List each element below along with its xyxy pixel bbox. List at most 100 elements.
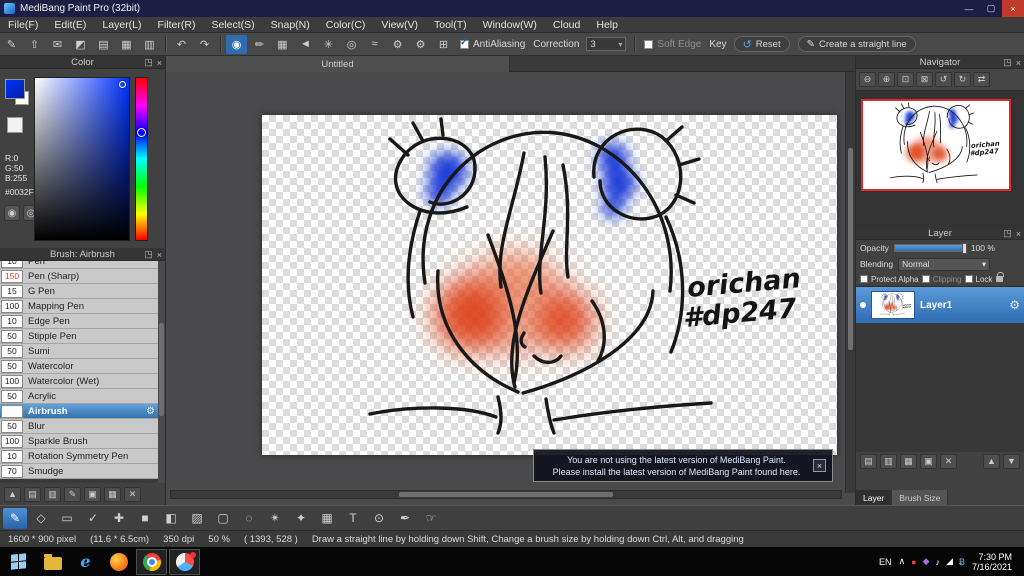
close-button[interactable]: ×	[1002, 0, 1024, 17]
file-explorer-icon[interactable]	[37, 549, 68, 575]
navigator-thumbnail[interactable]	[861, 99, 1011, 191]
snap-parallel-icon[interactable]: ◄	[295, 35, 316, 54]
brush-folder-icon[interactable]: ▣	[84, 486, 101, 502]
redo-icon[interactable]: ↷	[194, 35, 215, 54]
zoom-in-icon[interactable]: ⊕	[878, 72, 895, 87]
menu-item-edite[interactable]: Edit(E)	[46, 17, 94, 33]
rotate-left-icon[interactable]: ↺	[935, 72, 952, 87]
brush-scrollbar[interactable]	[158, 261, 165, 483]
brush-item[interactable]: 100 Airbrush ⚙	[0, 404, 165, 419]
language-indicator[interactable]: EN	[879, 557, 892, 567]
chrome-icon[interactable]	[136, 548, 167, 575]
snap-cross-icon[interactable]: ✳	[318, 35, 339, 54]
correction-select[interactable]: 3 ▾	[586, 37, 627, 51]
hue-bar[interactable]	[135, 77, 148, 241]
close-panel-icon[interactable]: ×	[1016, 229, 1021, 239]
brush-item[interactable]: 50 Acrylic	[0, 389, 165, 404]
undo-icon[interactable]: ↶	[171, 35, 192, 54]
foreground-color-swatch[interactable]	[5, 79, 25, 99]
merge-layer-icon[interactable]: ▦	[900, 453, 917, 469]
brush-item[interactable]: 50 Sumi	[0, 344, 165, 359]
soft-edge-checkbox[interactable]: Soft Edge	[644, 39, 701, 50]
notification-close-button[interactable]: ×	[813, 459, 826, 472]
horizontal-scrollbar[interactable]	[170, 490, 842, 499]
eraser-tool[interactable]: ◇	[29, 508, 53, 529]
gear-icon[interactable]: ⚙	[1009, 298, 1020, 312]
zoom-out-icon[interactable]: ⊖	[859, 72, 876, 87]
brush-item[interactable]: 70 Smudge	[0, 464, 165, 479]
export-icon[interactable]: ⇧	[24, 35, 45, 54]
brush-item[interactable]: 15 G Pen	[0, 284, 165, 299]
pen-icon[interactable]: ✏	[249, 35, 270, 54]
reset-view-icon[interactable]: ⇄	[973, 72, 990, 87]
close-panel-icon[interactable]: ×	[157, 58, 162, 68]
delete-layer-icon[interactable]: ✕	[940, 453, 957, 469]
brush-item[interactable]: 10 Edge Pen	[0, 314, 165, 329]
antialiasing-checkbox[interactable]: AntiAliasing	[460, 37, 525, 50]
popout-icon[interactable]: ◳	[144, 249, 153, 260]
move-tool[interactable]: ✚	[107, 508, 131, 529]
popout-icon[interactable]: ◳	[144, 57, 153, 68]
straight-line-button[interactable]: ✎ Create a straight line	[797, 36, 916, 52]
hue-cursor[interactable]	[137, 128, 146, 137]
menu-item-help[interactable]: Help	[588, 17, 626, 33]
brush-item[interactable]: 10 Pen	[0, 261, 165, 269]
paint-icon[interactable]: ✎	[1, 35, 22, 54]
palette-icon[interactable]: ◩	[70, 35, 91, 54]
rotate-right-icon[interactable]: ↻	[954, 72, 971, 87]
brush-item[interactable]: 150 Pen (Sharp)	[0, 269, 165, 284]
snap-grid-icon[interactable]: ▦	[272, 35, 293, 54]
operation-tool[interactable]: ✦	[289, 508, 313, 529]
vertical-scrollbar[interactable]	[845, 72, 855, 493]
bucket-tool[interactable]: ◧	[159, 508, 183, 529]
brush-mode-icon[interactable]: ◉	[226, 34, 247, 54]
brush-item[interactable]: 10 Rotation Symmetry Pen	[0, 449, 165, 464]
medibang-taskbar-icon[interactable]	[169, 548, 200, 575]
brush-item[interactable]: 50 Blur	[0, 419, 165, 434]
start-button[interactable]	[0, 547, 36, 576]
protect-alpha-checkbox[interactable]	[860, 275, 868, 283]
layer-row[interactable]: Layer1 ⚙	[856, 287, 1024, 323]
move-layer-down-icon[interactable]: ▼	[1003, 453, 1020, 469]
menu-item-layerl[interactable]: Layer(L)	[94, 17, 149, 33]
fill-tool[interactable]: ■	[133, 508, 157, 529]
volume-icon[interactable]: ♪	[936, 557, 941, 567]
select-rect-tool[interactable]: ▢	[211, 508, 235, 529]
taskbar-clock[interactable]: 7:30 PM 7/16/2021	[972, 552, 1016, 572]
menu-item-filef[interactable]: File(F)	[0, 17, 46, 33]
snap-curve-icon[interactable]: ≈	[364, 35, 385, 54]
magic-wand-tool[interactable]: ✴	[263, 508, 287, 529]
popout-icon[interactable]: ◳	[1003, 228, 1012, 239]
add-layer-icon[interactable]: ▤	[860, 453, 877, 469]
move-layer-up-icon[interactable]: ▲	[983, 453, 1000, 469]
panel-tab-brush-size[interactable]: Brush Size	[892, 490, 949, 505]
lasso-tool[interactable]: ◌	[237, 508, 261, 529]
saturation-value-square[interactable]	[34, 77, 130, 241]
duplicate-brush-icon[interactable]: ▥	[44, 486, 61, 502]
panel-tab-layer[interactable]: Layer	[856, 490, 893, 505]
menu-item-filterr[interactable]: Filter(R)	[150, 17, 204, 33]
popout-icon[interactable]: ◳	[1003, 57, 1012, 68]
brush-tool[interactable]: ✎	[3, 507, 27, 529]
network-icon[interactable]: ◢	[946, 556, 953, 567]
menu-item-viewv[interactable]: View(V)	[373, 17, 426, 33]
brush-up-icon[interactable]: ▲	[4, 486, 21, 502]
gear-icon[interactable]: ⚙	[146, 406, 155, 417]
close-panel-icon[interactable]: ×	[157, 250, 162, 260]
tray-app-purple-icon[interactable]: ◆	[923, 556, 930, 567]
menu-item-selects[interactable]: Select(S)	[203, 17, 262, 33]
material-panel-icon[interactable]: ▥	[139, 35, 160, 54]
document-icon[interactable]: ▤	[93, 35, 114, 54]
mesh-tool[interactable]: ▦	[315, 508, 339, 529]
grid-icon[interactable]: ▦	[116, 35, 137, 54]
hand-tool[interactable]: ☞	[419, 508, 443, 529]
document-tab[interactable]: Untitled	[166, 56, 510, 72]
visibility-dot-icon[interactable]	[860, 302, 866, 308]
fit-window-icon[interactable]: ⊡	[897, 72, 914, 87]
brush-item[interactable]: 50 Watercolor	[0, 359, 165, 374]
color-wheel-icon[interactable]: ◉	[4, 205, 20, 221]
gradient-tool[interactable]: ▨	[185, 508, 209, 529]
menu-item-snapn[interactable]: Snap(N)	[263, 17, 318, 33]
edit-brush-icon[interactable]: ✎	[64, 486, 81, 502]
menu-item-cloud[interactable]: Cloud	[545, 17, 588, 33]
